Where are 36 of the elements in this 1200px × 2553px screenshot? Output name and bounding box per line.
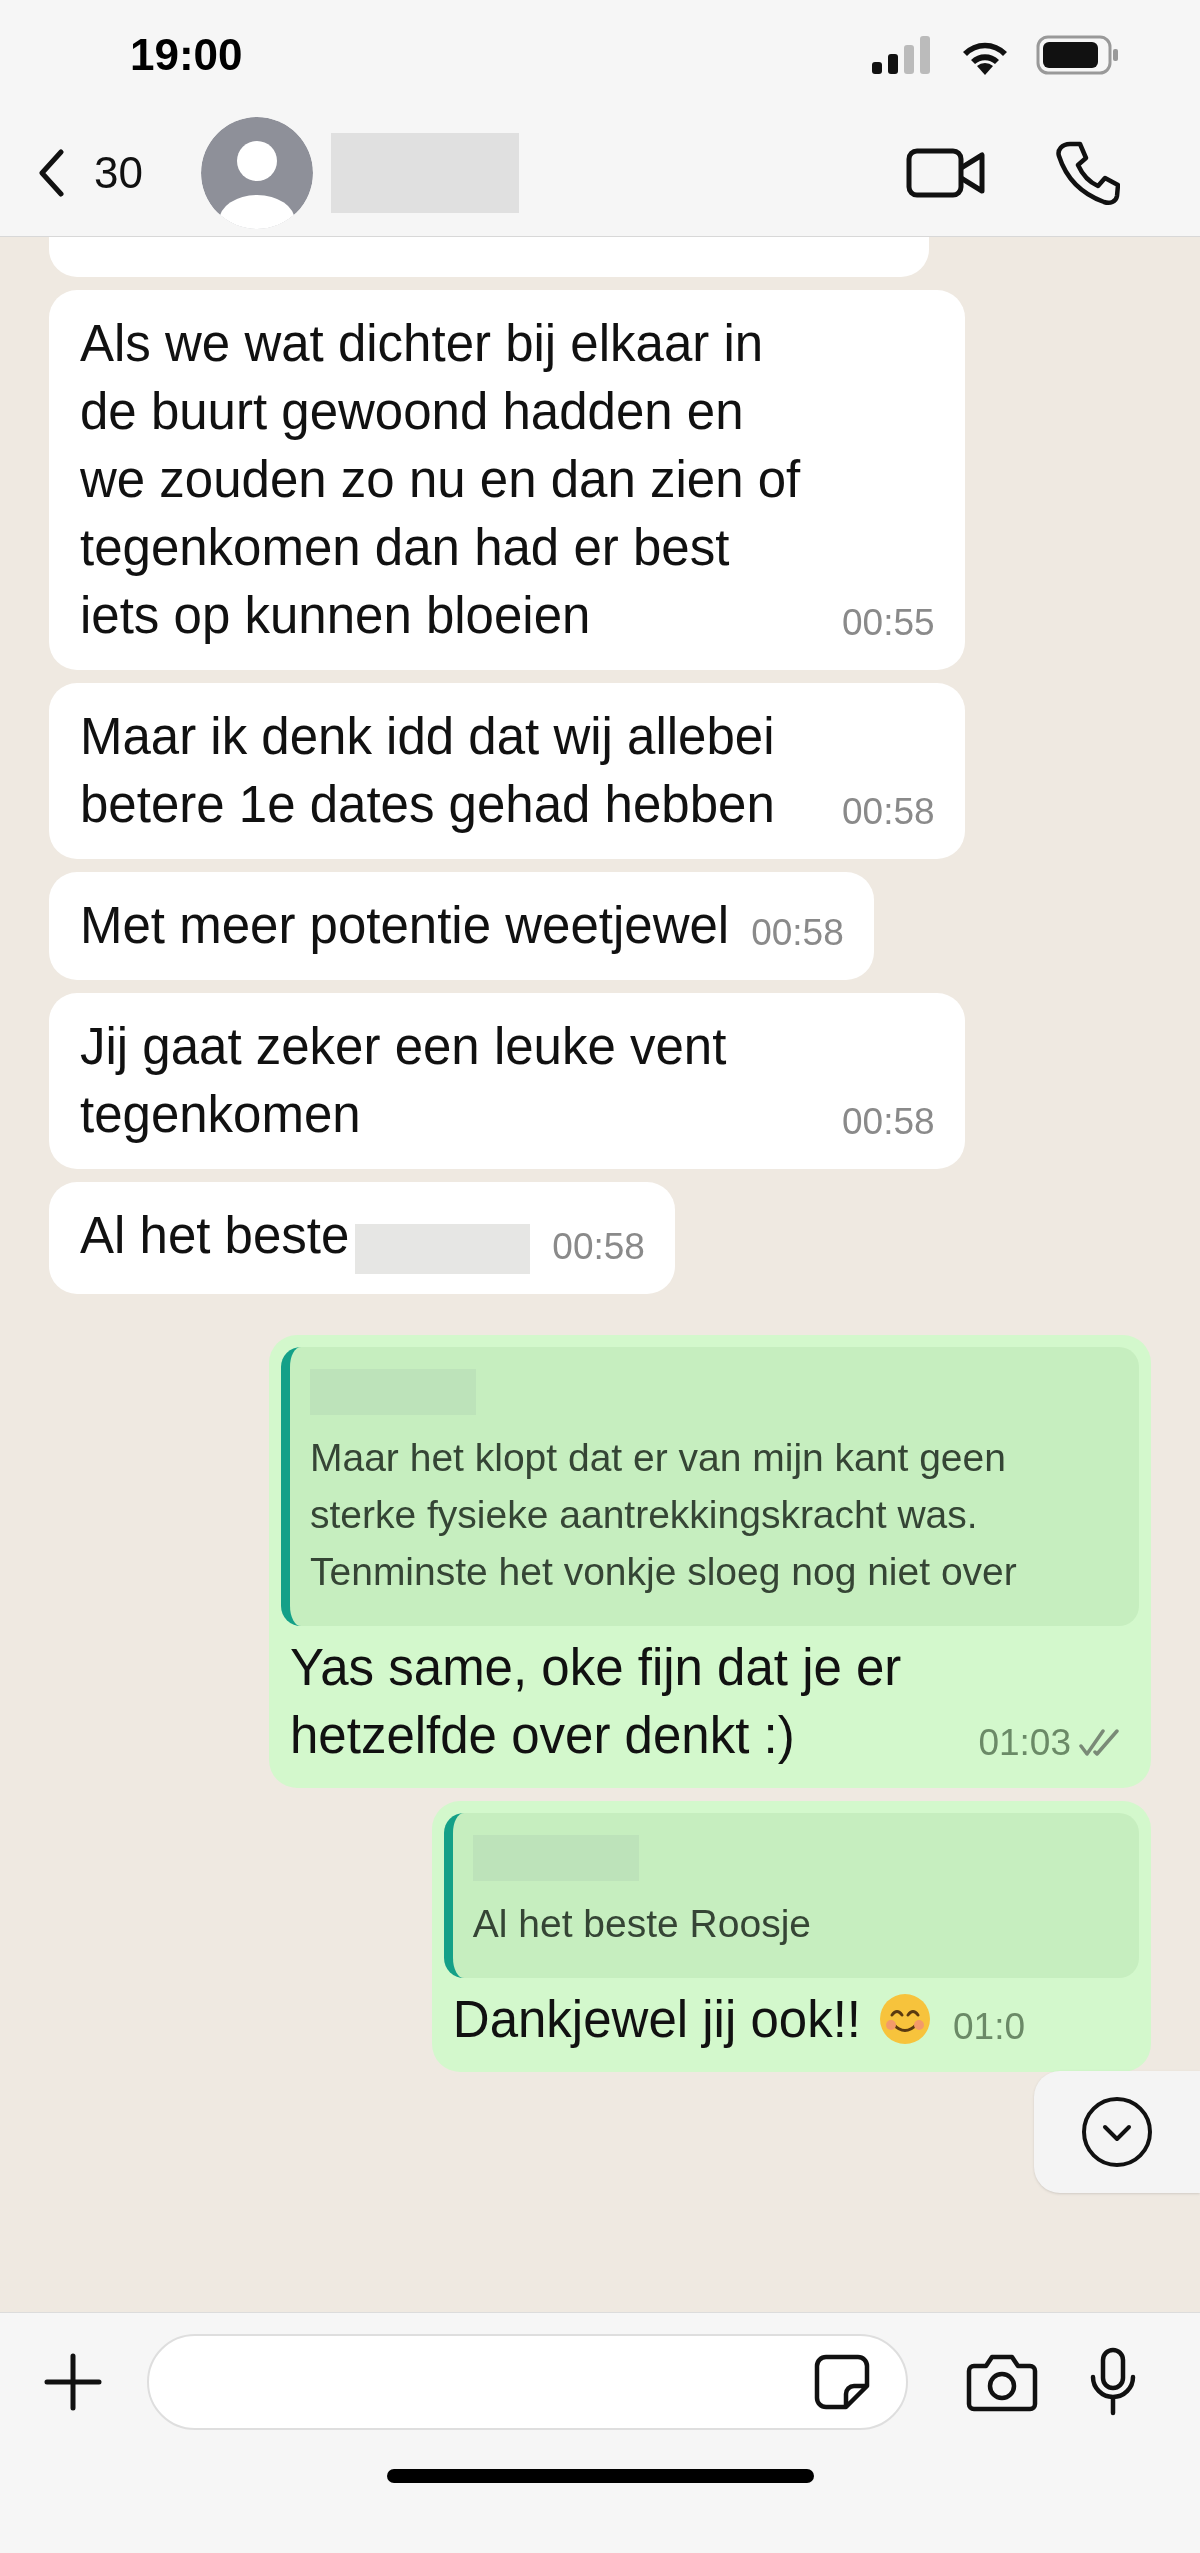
message-time: 00:58 xyxy=(842,790,935,834)
message-time: 00:55 xyxy=(842,601,935,645)
message-time: 01:0 xyxy=(953,2004,1025,2049)
sticker-icon[interactable] xyxy=(814,2354,870,2410)
voice-call-button[interactable] xyxy=(1056,140,1120,206)
microphone-icon xyxy=(1088,2347,1138,2417)
quoted-message[interactable]: Maar het klopt dat er van mijn kant geen sterke fysieke aantrekkingskracht was. Tenminste het vonkje sloeg nog niet over xyxy=(281,1346,1139,1626)
back-button[interactable]: 30 xyxy=(38,140,143,206)
battery-icon xyxy=(1036,35,1120,75)
avatar-icon xyxy=(200,117,313,229)
message-time: 00:58 xyxy=(842,1100,935,1144)
phone-icon xyxy=(1056,140,1120,206)
message-text: Met meer potentie weetjewel xyxy=(80,897,730,954)
plus-icon xyxy=(44,2353,102,2411)
message-text: Al het beste xyxy=(80,1207,350,1264)
microphone-button[interactable] xyxy=(1088,2347,1138,2417)
message-text: Dankjewel jij ook!! xyxy=(452,1990,861,2048)
video-call-button[interactable] xyxy=(906,146,986,200)
message-time: 01:03 xyxy=(978,1720,1071,1765)
quoted-text: Al het beste Roosje xyxy=(472,1900,812,1947)
camera-button[interactable] xyxy=(966,2352,1038,2412)
camera-icon xyxy=(966,2352,1038,2412)
scroll-down-button[interactable] xyxy=(1034,2071,1200,2193)
quoted-text: Maar het klopt dat er van mijn kant geen sterke fysieke aantrekkingskracht was. Tenminste het vonkje sloeg nog niet over xyxy=(310,1434,1018,1595)
back-chevron-icon xyxy=(38,149,64,197)
message-text: Yas same, oke fijn dat je er hetzelfde over denkt :) xyxy=(290,1638,902,1764)
message-text: Jij gaat zeker een leuke vent tegenkomen xyxy=(80,1018,727,1143)
message-text: Als we wat dichter bij elkaar in de buurt gewoond hadden en we zouden zo nu en dan zien of tegenkomen dan had er best iets op kunnen bloeien xyxy=(80,315,801,644)
status-time: 19:00 xyxy=(130,29,243,81)
message-text: Maar ik denk idd dat wij allebei betere 1e dates gehad hebben xyxy=(80,708,775,833)
chevron-down-circle-icon xyxy=(1081,2096,1153,2168)
message-time: 00:58 xyxy=(751,911,844,955)
video-camera-icon xyxy=(906,146,986,200)
message-time: 00:58 xyxy=(552,1224,645,1269)
attach-button[interactable] xyxy=(44,2353,102,2411)
quoted-message[interactable]: Al het beste Roosje xyxy=(443,1812,1139,1978)
